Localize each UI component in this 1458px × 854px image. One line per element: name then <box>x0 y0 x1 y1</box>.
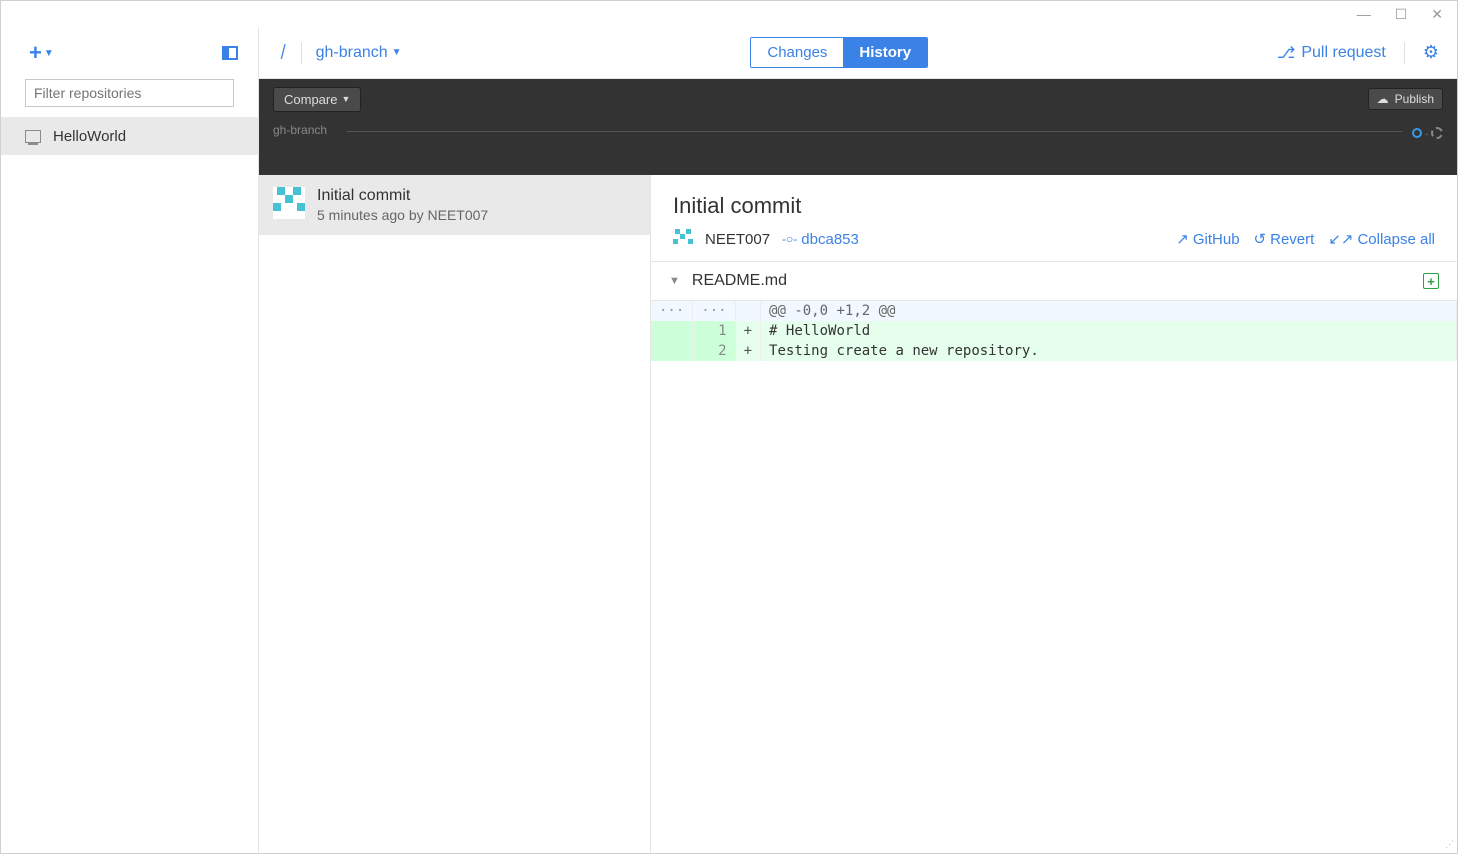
revert-icon: ↺ <box>1254 230 1267 248</box>
add-repository-button[interactable]: + ▼ <box>29 40 54 66</box>
hunk-text: @@ -0,0 +1,2 @@ <box>761 301 1457 321</box>
chevron-down-icon[interactable]: ▼ <box>669 275 680 287</box>
diff-code: Testing create a new repository. <box>761 341 1457 361</box>
commit-icon: -○- <box>782 232 797 246</box>
compare-bar: Compare ▼ ☁ Publish gh-branch - <box>259 79 1457 175</box>
timeline <box>347 131 1402 132</box>
file-name: README.md <box>692 272 787 290</box>
branch-name-label: gh-branch <box>316 44 388 62</box>
commit-list-item[interactable]: Initial commit 5 minutes ago by NEET007 <box>259 175 650 235</box>
external-link-icon: ↗ <box>1176 230 1189 248</box>
author-name: NEET007 <box>705 231 770 248</box>
commit-hash-label: dbca853 <box>801 231 859 248</box>
revert-button[interactable]: ↺ Revert <box>1254 230 1315 248</box>
diff-line-added: 1 + # HelloWorld <box>651 321 1457 341</box>
divider <box>301 42 302 64</box>
chevron-down-icon: ▼ <box>392 47 402 58</box>
compare-label: Compare <box>284 92 337 107</box>
github-label: GitHub <box>1193 231 1240 248</box>
filter-repositories-input[interactable] <box>25 79 234 107</box>
diff-hunk-header: ··· ··· @@ -0,0 +1,2 @@ <box>651 301 1457 321</box>
diff-sign: + <box>735 321 760 341</box>
commit-node-icon[interactable] <box>1412 128 1422 138</box>
tab-changes[interactable]: Changes <box>751 38 843 67</box>
window-maximize-icon[interactable]: ☐ <box>1395 6 1408 23</box>
tab-history[interactable]: History <box>843 38 927 67</box>
cloud-upload-icon: ☁ <box>1377 92 1389 106</box>
diff-code: # HelloWorld <box>761 321 1457 341</box>
plus-icon: + <box>29 40 42 66</box>
collapse-label: Collapse all <box>1357 231 1435 248</box>
resize-grip-icon[interactable]: ⋰ <box>1445 839 1452 850</box>
line-number: 2 <box>693 341 735 361</box>
publish-button[interactable]: ☁ Publish <box>1368 88 1443 110</box>
branch-selector[interactable]: gh-branch ▼ <box>316 44 402 62</box>
repository-icon <box>25 130 41 143</box>
diff-view: ··· ··· @@ -0,0 +1,2 @@ 1 + # HelloWorld <box>651 301 1457 361</box>
pull-request-label: Pull request <box>1301 44 1386 62</box>
commit-list: Initial commit 5 minutes ago by NEET007 <box>259 175 651 853</box>
commit-hash-link[interactable]: -○- dbca853 <box>782 231 859 248</box>
commit-title: Initial commit <box>317 187 488 205</box>
file-header: ▼ README.md + <box>651 262 1457 301</box>
window-minimize-icon[interactable]: — <box>1357 6 1371 22</box>
avatar-icon <box>673 229 693 249</box>
diff-sign: + <box>735 341 760 361</box>
chevron-down-icon: ▼ <box>341 94 350 104</box>
branch-icon[interactable]: ᛁ <box>277 44 287 62</box>
repo-name-label: HelloWorld <box>53 128 126 145</box>
add-file-button[interactable]: + <box>1423 273 1439 289</box>
revert-label: Revert <box>1270 231 1314 248</box>
pull-request-icon: ⎇ <box>1277 43 1295 63</box>
commit-meta: 5 minutes ago by NEET007 <box>317 207 488 223</box>
collapse-icon: ↙↗ <box>1328 230 1353 248</box>
sidebar: + ▼ HelloWorld <box>1 27 259 853</box>
timeline-branch-label: gh-branch <box>273 123 327 137</box>
view-tabs: Changes History <box>750 37 928 68</box>
collapse-all-button[interactable]: ↙↗ Collapse all <box>1328 230 1435 248</box>
panel-toggle-icon[interactable] <box>222 46 238 60</box>
window-close-icon[interactable]: ✕ <box>1431 6 1443 23</box>
topbar: ᛁ gh-branch ▼ Changes History ⎇ Pull req… <box>259 27 1457 79</box>
chevron-down-icon: ▼ <box>44 48 54 59</box>
avatar-icon <box>273 187 305 219</box>
commit-detail: Initial commit NEET007 <box>651 175 1457 853</box>
publish-label: Publish <box>1395 92 1434 106</box>
line-number: 1 <box>693 321 735 341</box>
sidebar-repo-item[interactable]: HelloWorld <box>1 117 258 155</box>
github-link[interactable]: ↗ GitHub <box>1176 230 1239 248</box>
diff-line-added: 2 + Testing create a new repository. <box>651 341 1457 361</box>
pending-node-icon <box>1431 127 1443 139</box>
gear-icon[interactable]: ⚙ <box>1423 42 1439 63</box>
pull-request-button[interactable]: ⎇ Pull request <box>1277 43 1386 63</box>
compare-button[interactable]: Compare ▼ <box>273 87 361 112</box>
commit-detail-title: Initial commit <box>673 193 1435 219</box>
divider <box>1404 42 1405 64</box>
